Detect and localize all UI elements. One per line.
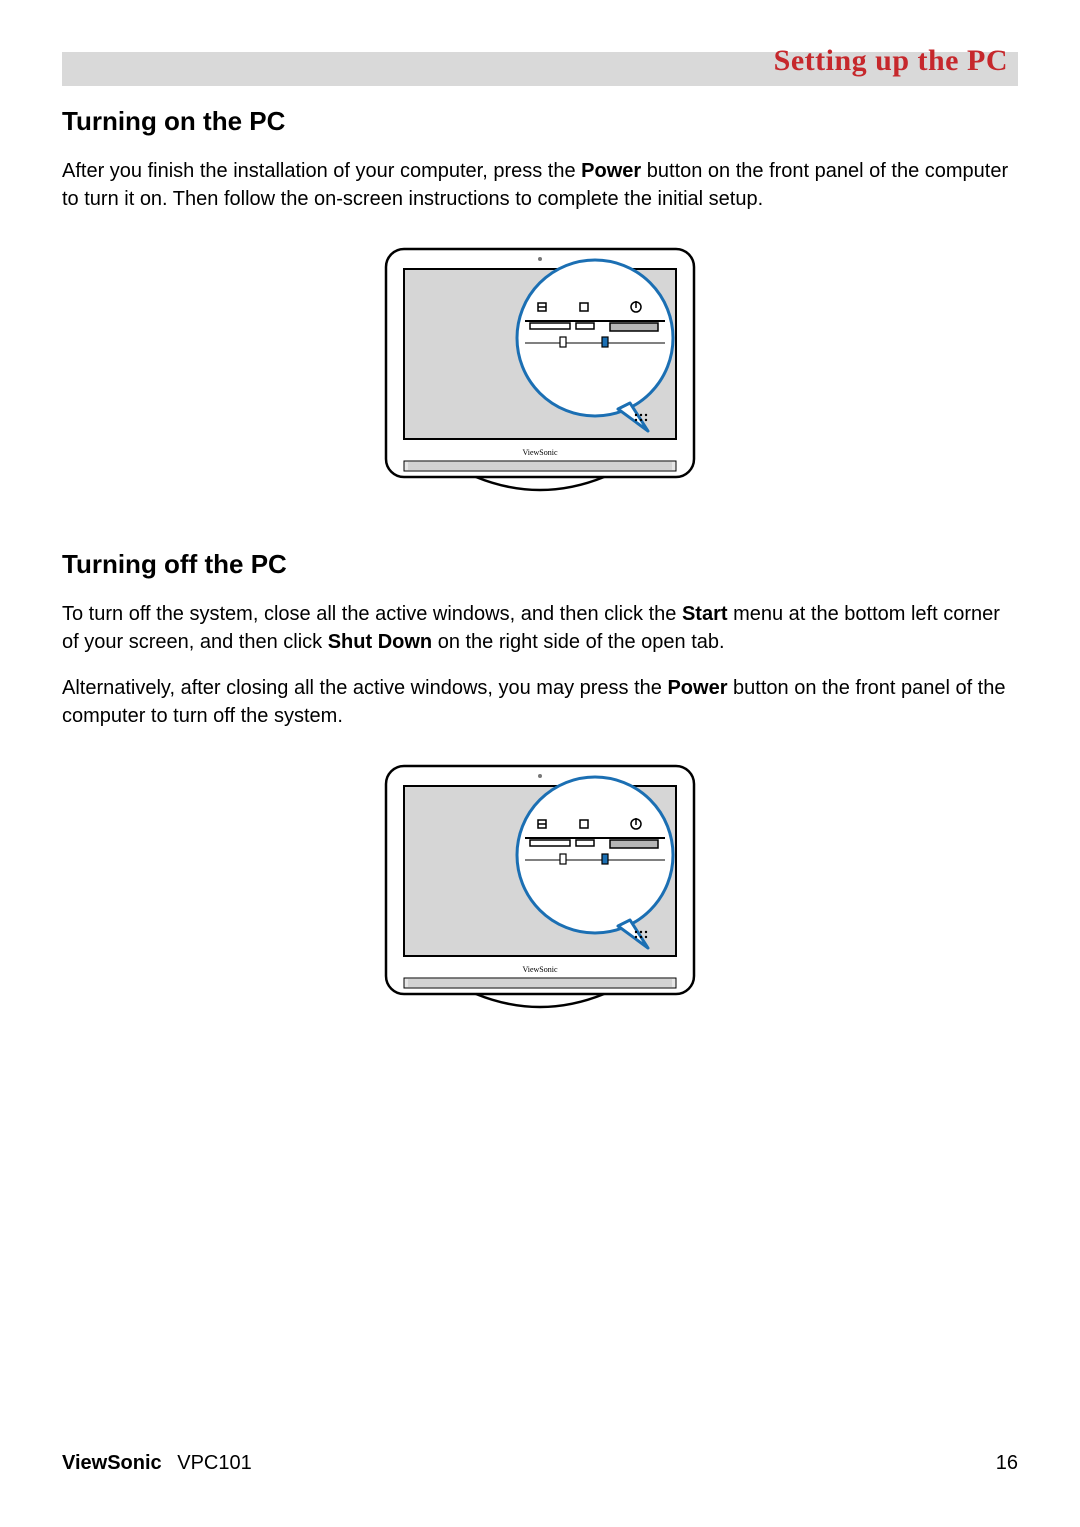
paragraph-turn-on: After you finish the installation of you… (62, 157, 1018, 213)
paragraph-turn-off-2: Alternatively, after closing all the act… (62, 674, 1018, 730)
power-label: Power (667, 677, 727, 699)
heading-turning-on: Turning on the PC (62, 106, 1018, 137)
page-number: 16 (996, 1452, 1018, 1475)
text: Alternatively, after closing all the act… (62, 677, 667, 699)
figure-turn-on: ViewSonic (62, 243, 1018, 505)
shutdown-label: Shut Down (328, 631, 432, 653)
text: To turn off the system, close all the ac… (62, 603, 682, 625)
monitor-illustration: ViewSonic (380, 760, 700, 1022)
monitor-illustration: ViewSonic (380, 243, 700, 505)
paragraph-turn-off-1: To turn off the system, close all the ac… (62, 600, 1018, 656)
chapter-title: Setting up the PC (774, 44, 1008, 78)
page-footer: ViewSonic VPC101 16 (62, 1452, 1018, 1475)
heading-turning-off: Turning off the PC (62, 549, 1018, 580)
figure-turn-off: ViewSonic (62, 760, 1018, 1022)
power-label: Power (581, 160, 641, 182)
footer-brand: ViewSonic (62, 1452, 162, 1474)
brand-label: ViewSonic (522, 965, 558, 974)
brand-label: ViewSonic (522, 448, 558, 457)
footer-left: ViewSonic VPC101 (62, 1452, 252, 1475)
footer-model: VPC101 (177, 1452, 252, 1474)
start-label: Start (682, 603, 728, 625)
chapter-header-bar: Setting up the PC (62, 52, 1018, 86)
text: on the right side of the open tab. (432, 631, 724, 653)
text: After you finish the installation of you… (62, 160, 581, 182)
